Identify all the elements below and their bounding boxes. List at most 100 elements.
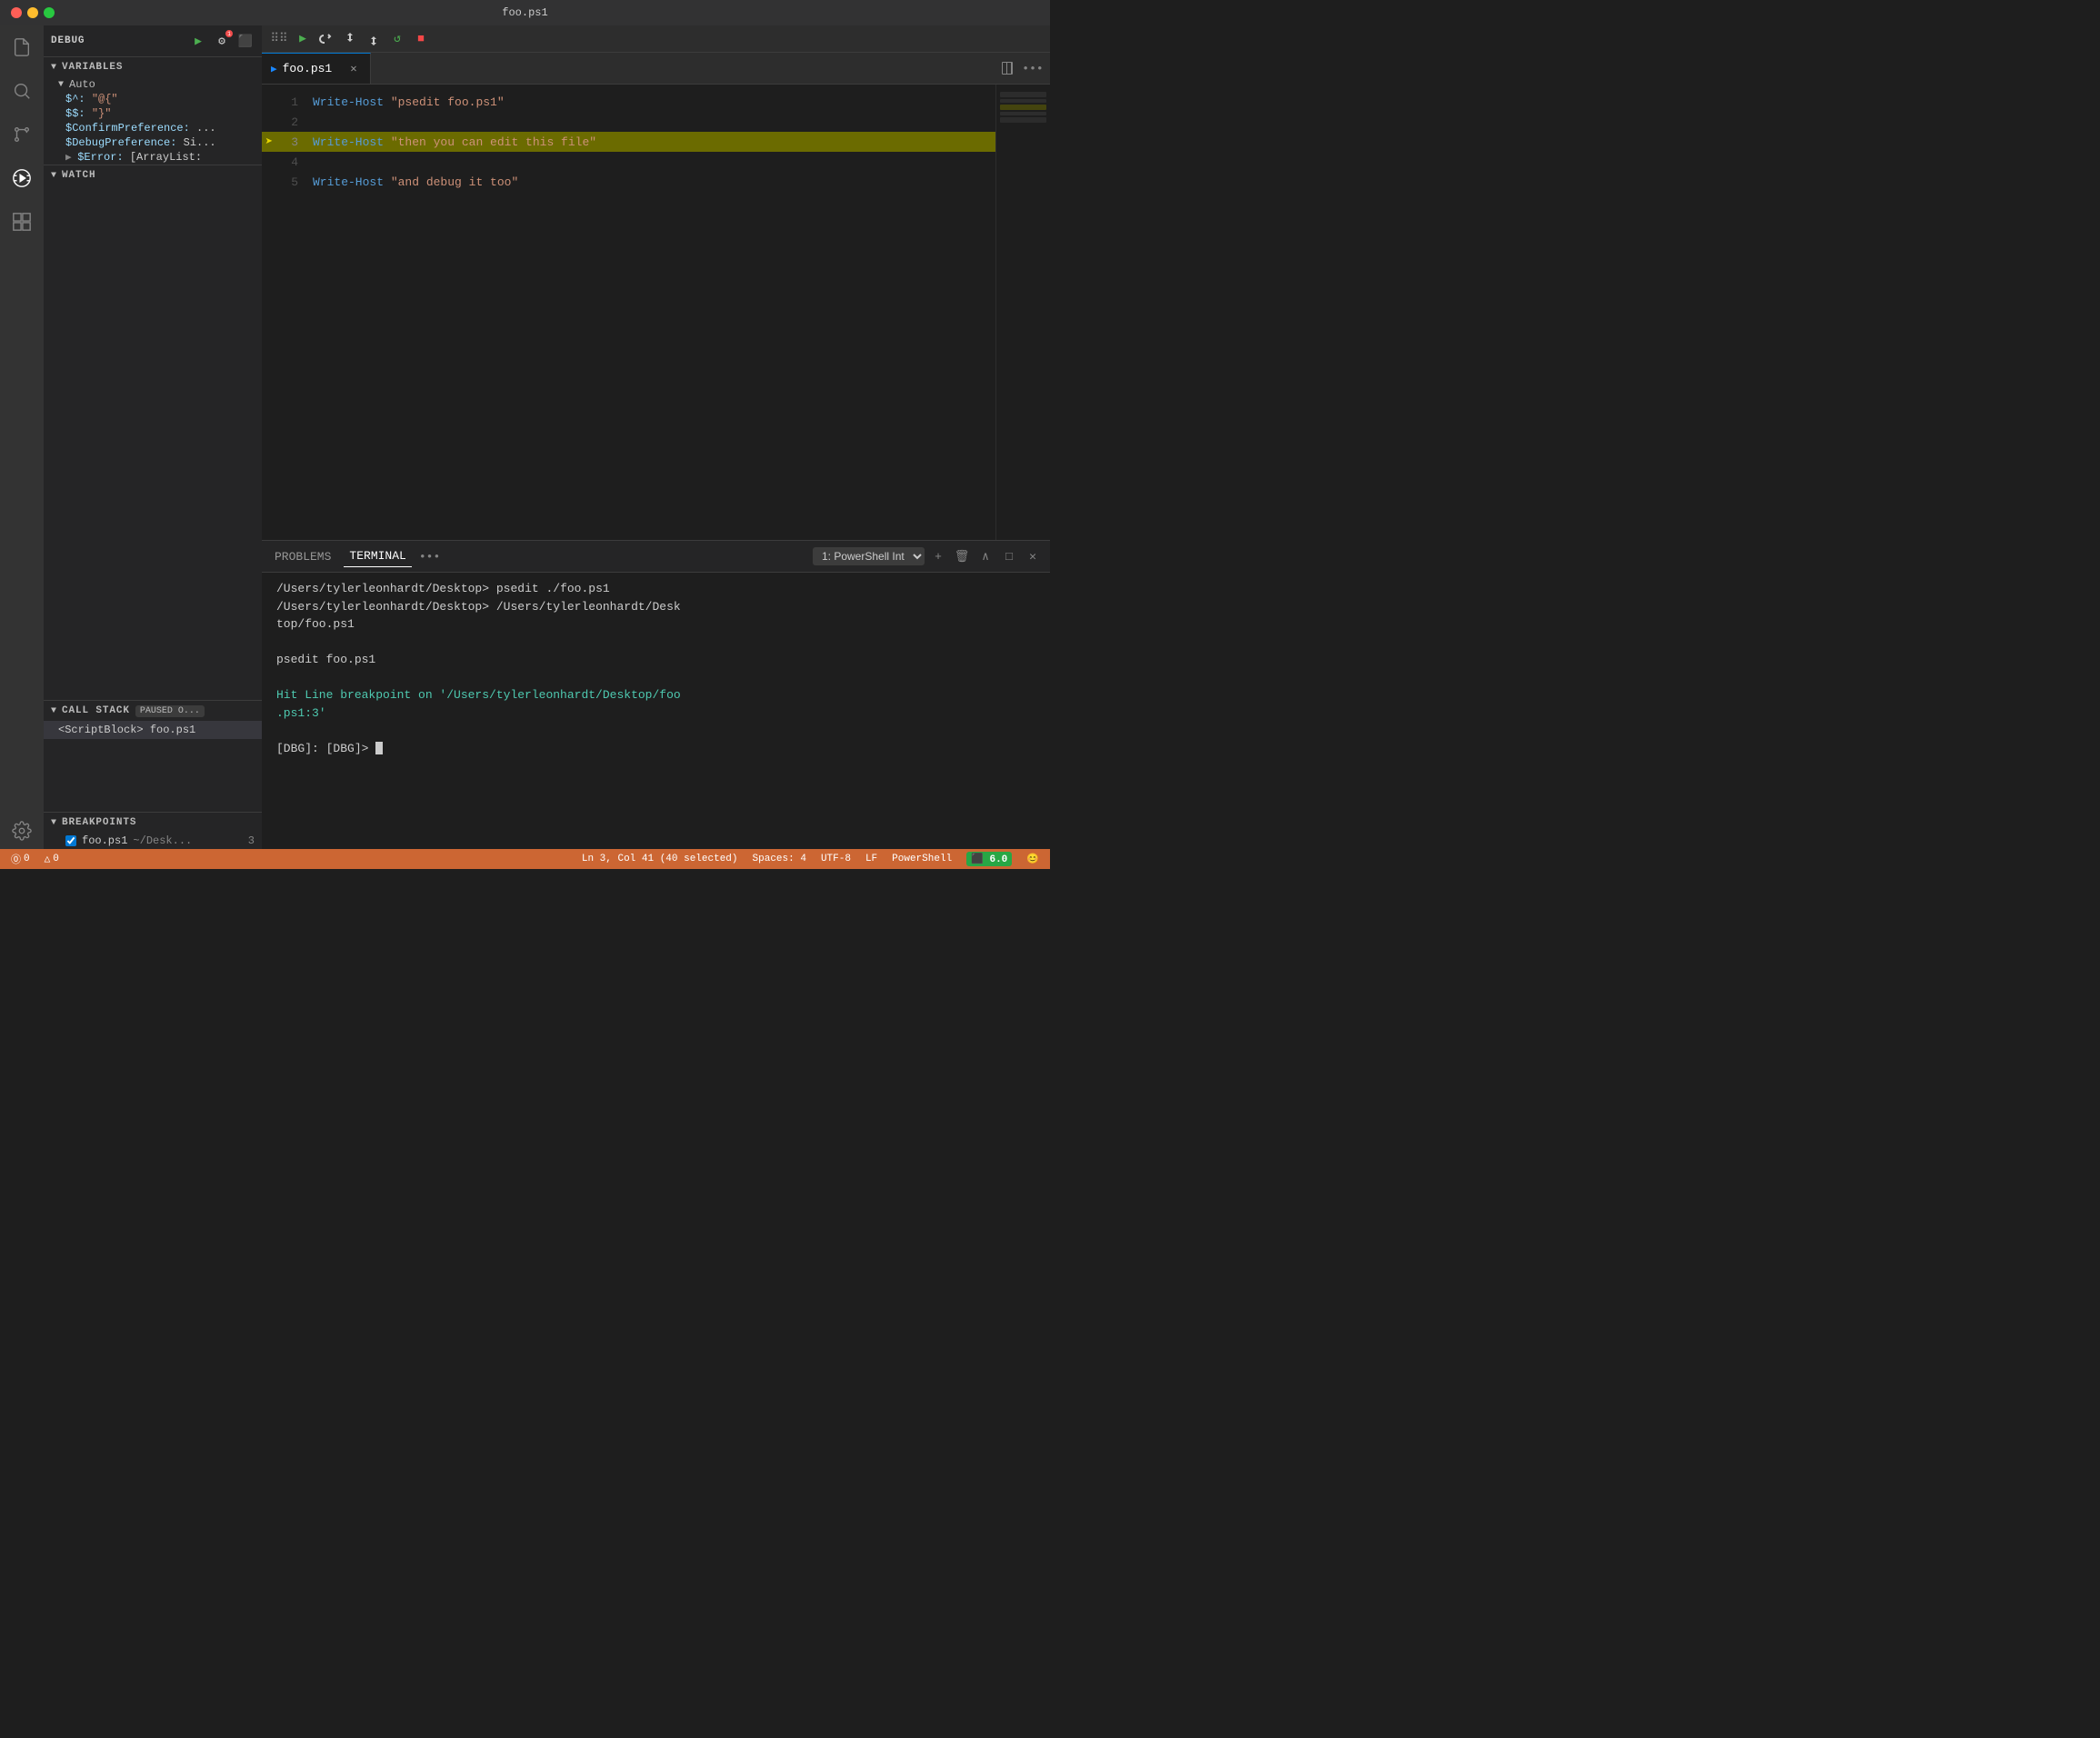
var-item[interactable]: $^: "@{": [44, 92, 262, 106]
callstack-chevron: ▼: [51, 706, 56, 716]
watch-label: WATCH: [62, 170, 95, 181]
code-content: 1 Write-Host "psedit foo.ps1" 2 ➤: [262, 85, 995, 540]
line-number-3: 3: [276, 135, 313, 149]
breakpoints-section: ▼ BREAKPOINTS foo.ps1 ~/Desk... 3: [44, 812, 262, 849]
activity-bar: [0, 25, 44, 849]
restart-button[interactable]: ↺: [387, 29, 407, 49]
debug-terminal-button[interactable]: ⬛: [236, 32, 255, 50]
terminal-header: PROBLEMS TERMINAL ••• 1: PowerShell Int …: [262, 541, 1050, 573]
editor-area: ⠿⠿ ▶ ↺ ■ ▶ foo: [262, 25, 1050, 849]
variables-header[interactable]: ▼ VARIABLES: [44, 57, 262, 77]
terminal-line-breakpoint-2: .ps1:3': [276, 704, 1035, 723]
breakpoint-item[interactable]: foo.ps1 ~/Desk... 3: [44, 833, 262, 849]
debug-toolbar: ⠿⠿ ▶ ↺ ■: [262, 25, 1050, 53]
status-eol[interactable]: LF: [862, 854, 881, 864]
auto-subsection[interactable]: ▼ Auto: [44, 77, 262, 92]
status-error-count[interactable]: ⓪ 0: [7, 852, 34, 866]
terminal-line-prompt: [DBG]: [DBG]>: [276, 740, 1035, 758]
variables-label: VARIABLES: [62, 62, 123, 73]
watch-section: ▼ WATCH: [44, 165, 262, 700]
line-content-1: Write-Host "psedit foo.ps1": [313, 95, 981, 109]
terminal-line: /Users/tylerleonhardt/Desktop> psedit ./…: [276, 580, 1035, 598]
continue-button[interactable]: ▶: [293, 29, 313, 49]
var-item[interactable]: $$: "}": [44, 106, 262, 121]
terminal-panel: PROBLEMS TERMINAL ••• 1: PowerShell Int …: [262, 540, 1050, 849]
terminal-dropdown: 1: PowerShell Int + 🗑 ∧ □ ✕: [813, 546, 1043, 566]
tab-name: foo.ps1: [283, 62, 341, 75]
more-actions-button[interactable]: •••: [1023, 58, 1043, 78]
line-number-2: 2: [276, 115, 313, 129]
line-number-1: 1: [276, 95, 313, 109]
tab-bar: ▶ foo.ps1 ✕ •••: [262, 53, 1050, 85]
terminal-close-button[interactable]: ✕: [1023, 546, 1043, 566]
code-line-3: ➤ 3 Write-Host "then you can edit this f…: [262, 132, 995, 152]
status-ps-version[interactable]: ⬛ 6.0: [963, 852, 1015, 866]
terminal-delete-button[interactable]: 🗑: [952, 546, 972, 566]
variables-chevron: ▼: [51, 63, 56, 73]
terminal-new-button[interactable]: +: [928, 546, 948, 566]
tab-file-icon: ▶: [271, 63, 277, 75]
breakpoint-area-3: ➤: [262, 135, 276, 150]
terminal-line: top/foo.ps1: [276, 615, 1035, 634]
callstack-badge: PAUSED O...: [135, 705, 205, 717]
step-into-button[interactable]: [340, 29, 360, 49]
step-over-button[interactable]: [316, 29, 336, 49]
debug-gear-button[interactable]: ⚙ 1: [213, 32, 231, 50]
terminal-maximize-button[interactable]: □: [999, 546, 1019, 566]
tab-problems[interactable]: PROBLEMS: [269, 546, 336, 567]
stop-button[interactable]: ■: [411, 29, 431, 49]
var-item[interactable]: ▶ $Error: [ArrayList:: [44, 150, 262, 165]
var-item[interactable]: $DebugPreference: Si...: [44, 135, 262, 150]
gear-badge: 1: [225, 30, 233, 37]
breakpoint-checkbox[interactable]: [65, 835, 76, 846]
minimize-button[interactable]: [27, 7, 38, 18]
status-encoding[interactable]: UTF-8: [817, 854, 855, 864]
status-emoji[interactable]: 😊: [1023, 853, 1043, 865]
split-editor-button[interactable]: [997, 58, 1017, 78]
window-title: foo.ps1: [502, 6, 547, 19]
status-spaces[interactable]: Spaces: 4: [749, 854, 810, 864]
close-button[interactable]: [11, 7, 22, 18]
maximize-button[interactable]: [44, 7, 55, 18]
status-position[interactable]: Ln 3, Col 41 (40 selected): [578, 854, 742, 864]
terminal-more-button[interactable]: •••: [419, 550, 440, 564]
breakpoints-header[interactable]: ▼ BREAKPOINTS: [44, 813, 262, 833]
callstack-header[interactable]: ▼ CALL STACK PAUSED O...: [44, 701, 262, 721]
line-number-5: 5: [276, 175, 313, 189]
extensions-icon[interactable]: [7, 207, 36, 236]
source-control-icon[interactable]: [7, 120, 36, 149]
files-icon[interactable]: [7, 33, 36, 62]
tab-close-button[interactable]: ✕: [346, 62, 361, 76]
step-out-button[interactable]: [364, 29, 384, 49]
callstack-item[interactable]: <ScriptBlock> foo.ps1: [44, 721, 262, 739]
code-line-1: 1 Write-Host "psedit foo.ps1": [262, 92, 995, 112]
tab-actions: •••: [990, 53, 1050, 84]
watch-header[interactable]: ▼ WATCH: [44, 165, 262, 185]
status-language[interactable]: PowerShell: [888, 854, 955, 864]
ps-version-badge: ⬛ 6.0: [966, 852, 1012, 866]
terminal-instance-select[interactable]: 1: PowerShell Int: [813, 547, 925, 565]
breakpoints-label: BREAKPOINTS: [62, 817, 136, 828]
debug-run-icon[interactable]: [7, 164, 36, 193]
warning-icon: △: [45, 853, 51, 865]
code-line-2: 2: [262, 112, 995, 132]
settings-icon[interactable]: [7, 820, 36, 849]
auto-label: Auto: [69, 78, 95, 91]
debug-play-button[interactable]: ▶: [189, 32, 207, 50]
line-content-5: Write-Host "and debug it too": [313, 175, 981, 189]
tab-foo-ps1[interactable]: ▶ foo.ps1 ✕: [262, 53, 371, 84]
terminal-cursor: [375, 742, 383, 754]
var-item[interactable]: $ConfirmPreference: ...: [44, 121, 262, 135]
tab-terminal[interactable]: TERMINAL: [344, 545, 411, 567]
code-editor[interactable]: 1 Write-Host "psedit foo.ps1" 2 ➤: [262, 85, 995, 540]
code-line-5: 5 Write-Host "and debug it too": [262, 172, 995, 192]
code-line-4: 4: [262, 152, 995, 172]
window-controls: [11, 7, 55, 18]
minimap: [995, 85, 1050, 540]
terminal-collapse-button[interactable]: ∧: [975, 546, 995, 566]
line-content-3: Write-Host "then you can edit this file": [313, 135, 981, 149]
terminal-content[interactable]: /Users/tylerleonhardt/Desktop> psedit ./…: [262, 573, 1050, 849]
status-warning-count[interactable]: △ 0: [41, 853, 63, 865]
toolbar-drag-handle[interactable]: ⠿⠿: [269, 29, 289, 49]
search-icon[interactable]: [7, 76, 36, 105]
